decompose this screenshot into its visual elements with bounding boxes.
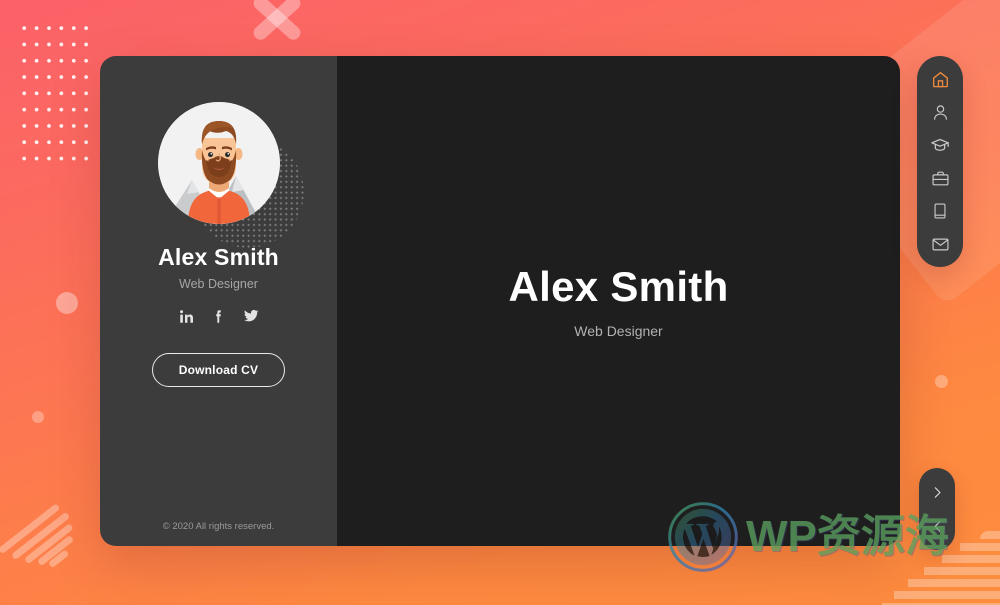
- circle-decoration-small: [32, 411, 44, 423]
- copyright-text: © 2020 All rights reserved.: [162, 521, 275, 532]
- user-icon: [933, 104, 947, 120]
- graduation-cap-icon: [931, 138, 949, 151]
- side-navigation: [917, 56, 963, 267]
- circle-decoration-right: [935, 375, 948, 388]
- briefcase-icon: [931, 171, 949, 185]
- home-icon: [932, 71, 948, 87]
- slide-pager: [919, 468, 955, 550]
- hero-panel: Alex Smith Web Designer: [337, 56, 900, 546]
- nav-item-contact[interactable]: [925, 233, 955, 255]
- profile-card: Alex Smith Web Designer Download CV © 20…: [100, 56, 900, 546]
- twitter-icon: [243, 309, 258, 322]
- circle-decoration-large: [56, 292, 78, 314]
- avatar: [157, 102, 280, 224]
- profile-name: Alex Smith: [158, 244, 279, 270]
- avatar-illustration: [157, 102, 280, 224]
- chevron-right-icon: [934, 486, 941, 498]
- page-root: Alex Smith Web Designer Download CV © 20…: [0, 0, 1000, 605]
- avatar-container: [157, 102, 304, 248]
- nav-item-home[interactable]: [925, 68, 955, 90]
- envelope-icon: [931, 238, 949, 250]
- profile-sidebar: Alex Smith Web Designer Download CV © 20…: [100, 56, 337, 546]
- social-link-facebook[interactable]: [210, 307, 228, 325]
- facebook-icon: [216, 309, 221, 323]
- social-link-twitter[interactable]: [242, 307, 260, 325]
- cross-decoration: [246, 0, 308, 49]
- hero-role: Web Designer: [574, 323, 663, 339]
- next-slide-button[interactable]: [926, 481, 948, 503]
- dot-grid-decoration: [18, 20, 92, 168]
- hero-name: Alex Smith: [508, 263, 729, 310]
- download-cv-button[interactable]: Download CV: [151, 353, 286, 387]
- nav-item-about[interactable]: [925, 101, 955, 123]
- social-links: [178, 307, 260, 325]
- book-icon: [934, 203, 946, 219]
- diagonal-stripes-bottom-left: [0, 480, 82, 569]
- prev-slide-button[interactable]: [926, 515, 948, 537]
- linkedin-icon: [180, 309, 193, 323]
- social-link-linkedin[interactable]: [178, 307, 196, 325]
- nav-item-work[interactable]: [925, 167, 955, 189]
- nav-item-portfolio[interactable]: [925, 200, 955, 222]
- chevron-left-icon: [933, 520, 940, 532]
- profile-role: Web Designer: [179, 277, 258, 291]
- nav-item-education[interactable]: [925, 134, 955, 156]
